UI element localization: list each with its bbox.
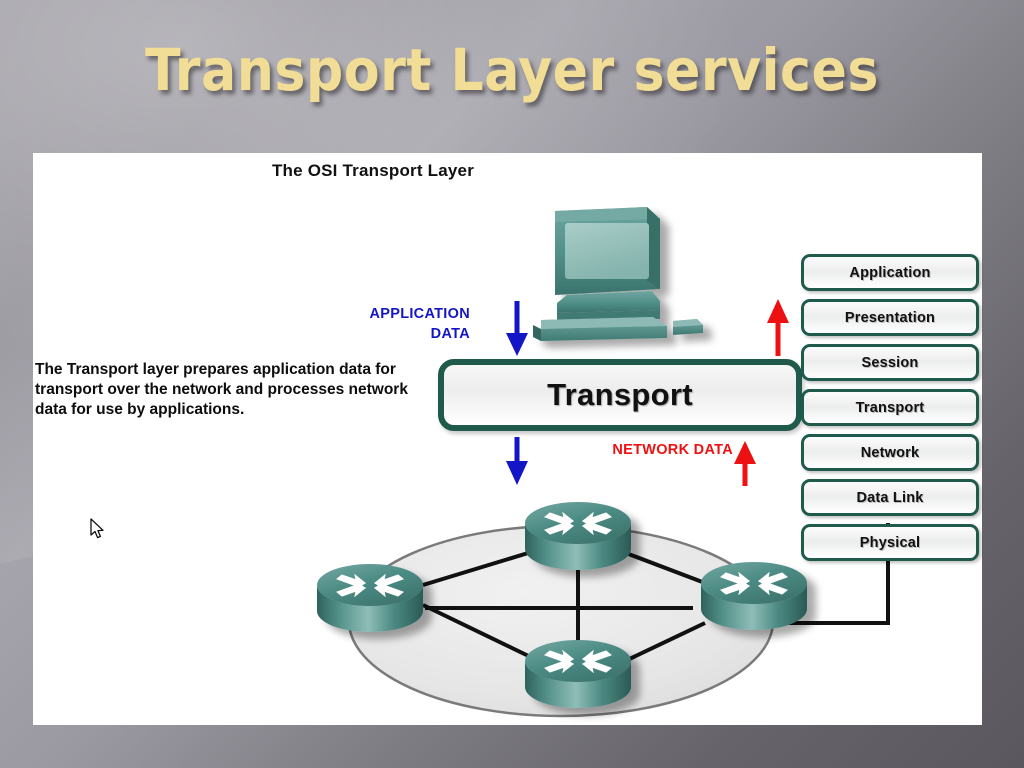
osi-layer-transport[interactable]: Transport [801,389,979,426]
figure-panel: The OSI Transport Layer APPLICATION DATA… [33,153,982,725]
router-icon-top [525,502,631,570]
application-data-line2: DATA [430,325,470,342]
osi-layer-presentation[interactable]: Presentation [801,299,979,336]
application-data-line1: APPLICATION [369,306,470,322]
osi-layer-data-link[interactable]: Data Link [801,479,979,516]
osi-layer-label: Network [860,444,920,461]
osi-layer-label: Physical [859,534,921,551]
description-text: The Transport layer prepares application… [35,361,408,419]
arrow-up-icon-application-out [767,299,789,356]
desktop-computer-icon [533,207,703,341]
presentation-slide: Transport Layer services The OSI Transpo… [0,0,1024,768]
osi-layer-label: Transport [855,399,925,416]
router-icon-bottom [525,640,631,708]
osi-layer-physical[interactable]: Physical [801,524,979,561]
osi-layer-session[interactable]: Session [801,344,979,381]
osi-layer-application[interactable]: Application [801,254,979,291]
osi-layer-label: Presentation [844,309,936,326]
arrow-down-icon-application [506,301,528,356]
osi-layer-network[interactable]: Network [801,434,979,471]
osi-layer-label: Data Link [856,489,924,506]
network-data-label: NETWORK DATA [612,442,733,458]
router-icon-right [701,562,807,630]
router-icon-left [317,564,423,632]
osi-layer-label: Application [849,264,931,281]
transport-layer-box-label: Transport [547,377,693,412]
application-data-label: APPLICATION DATA [318,305,470,344]
arrow-down-icon-network-out [506,437,528,485]
transport-layer-box: Transport [438,359,802,431]
osi-layer-stack: Application Presentation Session Transpo… [801,254,979,569]
page-title: Transport Layer services [145,36,879,104]
arrow-up-icon-network-in [734,441,756,486]
osi-layer-label: Session [861,354,919,371]
